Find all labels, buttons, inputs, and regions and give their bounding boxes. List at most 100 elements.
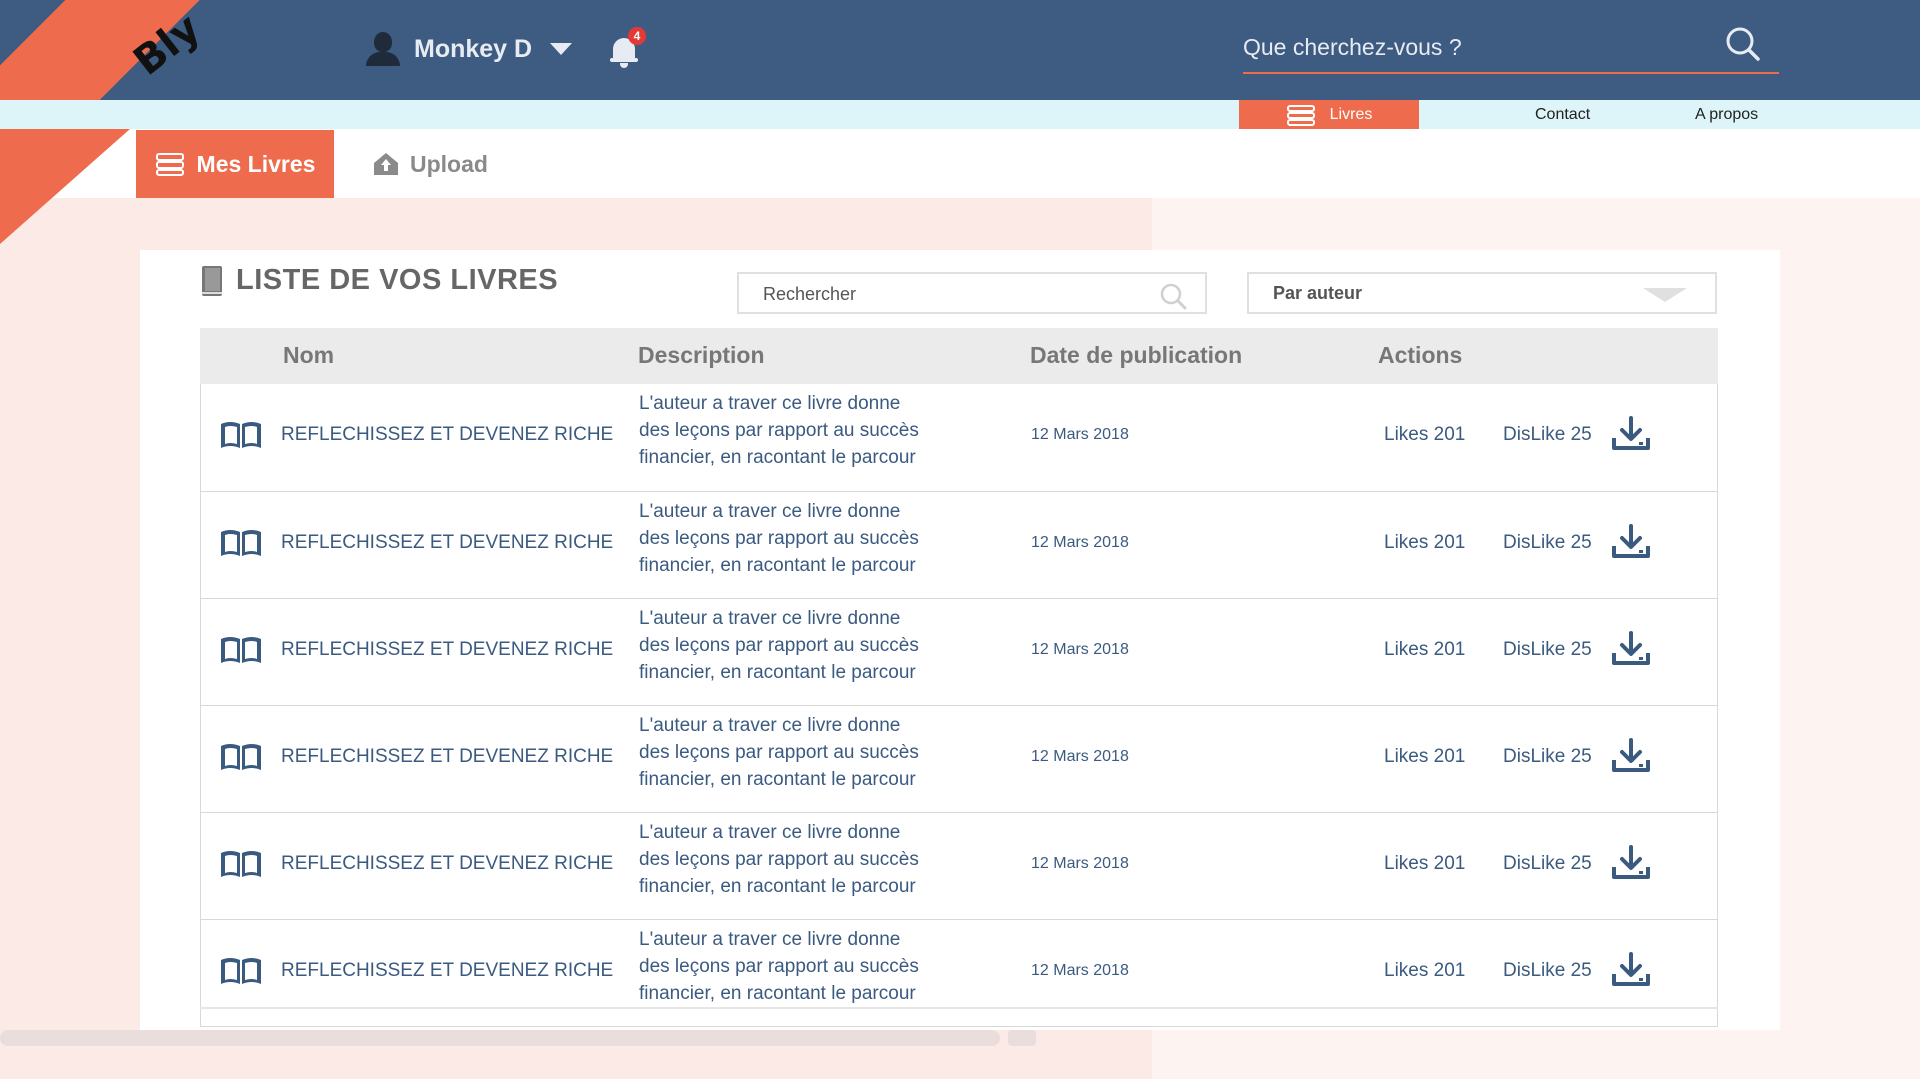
global-search (1243, 22, 1779, 74)
download-icon[interactable] (1611, 631, 1651, 667)
books-stack-icon (1286, 104, 1315, 126)
book-name[interactable]: REFLECHISSEZ ET DEVENEZ RICHE (281, 639, 613, 661)
description-line-3: financier, en racontant le parcour (639, 662, 916, 683)
download-icon[interactable] (1611, 845, 1651, 881)
dislike-button[interactable]: DisLike 25 (1503, 853, 1592, 875)
book-description: L'auteur a traver ce livre donne des leç… (639, 390, 939, 471)
table-row[interactable]: REFLECHISSEZ ET DEVENEZ RICHE L'auteur a… (201, 812, 1717, 919)
description-line-3: financier, en racontant le parcour (639, 983, 916, 1004)
description-line-2: des leçons par rapport au succès (639, 849, 919, 870)
description-line-1: L'auteur a traver ce livre donne (639, 501, 901, 522)
publication-date: 12 Mars 2018 (1031, 962, 1129, 979)
book-name[interactable]: REFLECHISSEZ ET DEVENEZ RICHE (281, 960, 613, 982)
likes-button[interactable]: Likes 201 (1384, 853, 1465, 875)
book-description: L'auteur a traver ce livre donne des leç… (639, 712, 939, 793)
publication-date: 12 Mars 2018 (1031, 534, 1129, 551)
description-line-3: financier, en racontant le parcour (639, 555, 916, 576)
description-line-1: L'auteur a traver ce livre donne (639, 929, 901, 950)
filter-select[interactable]: Par auteur (1247, 272, 1717, 314)
description-line-3: financier, en racontant le parcour (639, 769, 916, 790)
publication-date: 12 Mars 2018 (1031, 855, 1129, 872)
column-header-actions: Actions (1378, 342, 1463, 368)
download-icon[interactable] (1611, 524, 1651, 560)
user-name: Monkey D (414, 34, 533, 63)
background-decor-bar-small (1008, 1030, 1036, 1046)
column-header-nom: Nom (283, 342, 335, 368)
tab-mes-livres[interactable]: Mes Livres (136, 130, 334, 198)
table-header: Nom Description Date de publication Acti… (200, 328, 1718, 384)
likes-button[interactable]: Likes 201 (1384, 424, 1465, 446)
likes-button[interactable]: Likes 201 (1384, 746, 1465, 768)
nav-item-livres[interactable]: Livres (1239, 100, 1419, 129)
description-line-1: L'auteur a traver ce livre donne (639, 715, 901, 736)
books-panel: LISTE DE VOS LIVRES Par auteur Nom Descr… (140, 250, 1780, 1030)
publication-date: 12 Mars 2018 (1031, 426, 1129, 443)
description-line-2: des leçons par rapport au succès (639, 635, 919, 656)
table-body: REFLECHISSEZ ET DEVENEZ RICHE L'auteur a… (200, 384, 1718, 1027)
download-icon[interactable] (1611, 738, 1651, 774)
dislike-button[interactable]: DisLike 25 (1503, 960, 1592, 982)
likes-button[interactable]: Likes 201 (1384, 532, 1465, 554)
top-header: Bly Monkey D 4 (0, 0, 1920, 100)
notification-badge: 4 (628, 27, 646, 45)
description-line-1: L'auteur a traver ce livre donne (639, 608, 901, 629)
panel-title-text: LISTE DE VOS LIVRES (236, 264, 559, 296)
tab-upload[interactable]: Upload (372, 130, 488, 198)
description-line-2: des leçons par rapport au succès (639, 742, 919, 763)
likes-button[interactable]: Likes 201 (1384, 639, 1465, 661)
books-stack-icon (155, 153, 184, 176)
open-book-icon (221, 422, 261, 448)
chevron-down-icon (1643, 288, 1687, 302)
table-row[interactable]: REFLECHISSEZ ET DEVENEZ RICHE L'auteur a… (201, 705, 1717, 812)
global-search-input[interactable] (1243, 30, 1713, 64)
panel-title: LISTE DE VOS LIVRES (200, 264, 558, 297)
search-icon[interactable] (1725, 26, 1761, 62)
books-search (737, 272, 1207, 314)
book-description: L'auteur a traver ce livre donne des leç… (639, 605, 939, 686)
books-search-input[interactable] (763, 282, 1143, 306)
upload-icon (374, 153, 398, 175)
book-description: L'auteur a traver ce livre donne des leç… (639, 498, 939, 579)
book-name[interactable]: REFLECHISSEZ ET DEVENEZ RICHE (281, 532, 613, 554)
table-row[interactable]: REFLECHISSEZ ET DEVENEZ RICHE L'auteur a… (201, 919, 1717, 1026)
open-book-icon (221, 744, 261, 770)
open-book-icon (221, 851, 261, 877)
publication-date: 12 Mars 2018 (1031, 748, 1129, 765)
publication-date: 12 Mars 2018 (1031, 641, 1129, 658)
book-description: L'auteur a traver ce livre donne des leç… (639, 926, 939, 1007)
book-description: L'auteur a traver ce livre donne des leç… (639, 819, 939, 900)
user-menu[interactable]: Monkey D (366, 32, 573, 66)
dislike-button[interactable]: DisLike 25 (1503, 746, 1592, 768)
download-icon[interactable] (1611, 952, 1651, 988)
book-name[interactable]: REFLECHISSEZ ET DEVENEZ RICHE (281, 746, 613, 768)
table-row[interactable]: REFLECHISSEZ ET DEVENEZ RICHE L'auteur a… (201, 491, 1717, 598)
corner-decoration (0, 129, 130, 244)
search-icon[interactable] (1159, 282, 1187, 310)
books-table: Nom Description Date de publication Acti… (200, 328, 1718, 1027)
background-decor-bar (0, 1030, 1000, 1046)
nav-item-contact[interactable]: Contact (1535, 100, 1590, 129)
dislike-button[interactable]: DisLike 25 (1503, 532, 1592, 554)
dislike-button[interactable]: DisLike 25 (1503, 639, 1592, 661)
table-row[interactable]: REFLECHISSEZ ET DEVENEZ RICHE L'auteur a… (201, 384, 1717, 491)
dislike-button[interactable]: DisLike 25 (1503, 424, 1592, 446)
table-bottom-divider (200, 1007, 1718, 1009)
tab-label: Mes Livres (196, 150, 316, 177)
filter-selected-value: Par auteur (1273, 283, 1363, 303)
book-name[interactable]: REFLECHISSEZ ET DEVENEZ RICHE (281, 853, 613, 875)
download-icon[interactable] (1611, 416, 1651, 452)
description-line-2: des leçons par rapport au succès (639, 956, 919, 977)
nav-strip (0, 100, 1920, 129)
column-header-date: Date de publication (1030, 342, 1243, 368)
description-line-1: L'auteur a traver ce livre donne (639, 822, 901, 843)
book-icon (202, 265, 222, 296)
open-book-icon (221, 530, 261, 556)
nav-item-a-propos[interactable]: A propos (1695, 100, 1758, 129)
description-line-2: des leçons par rapport au succès (639, 420, 919, 441)
book-name[interactable]: REFLECHISSEZ ET DEVENEZ RICHE (281, 424, 613, 446)
open-book-icon (221, 958, 261, 984)
chevron-down-icon[interactable] (550, 43, 573, 55)
open-book-icon (221, 637, 261, 663)
table-row[interactable]: REFLECHISSEZ ET DEVENEZ RICHE L'auteur a… (201, 598, 1717, 705)
likes-button[interactable]: Likes 201 (1384, 960, 1465, 982)
